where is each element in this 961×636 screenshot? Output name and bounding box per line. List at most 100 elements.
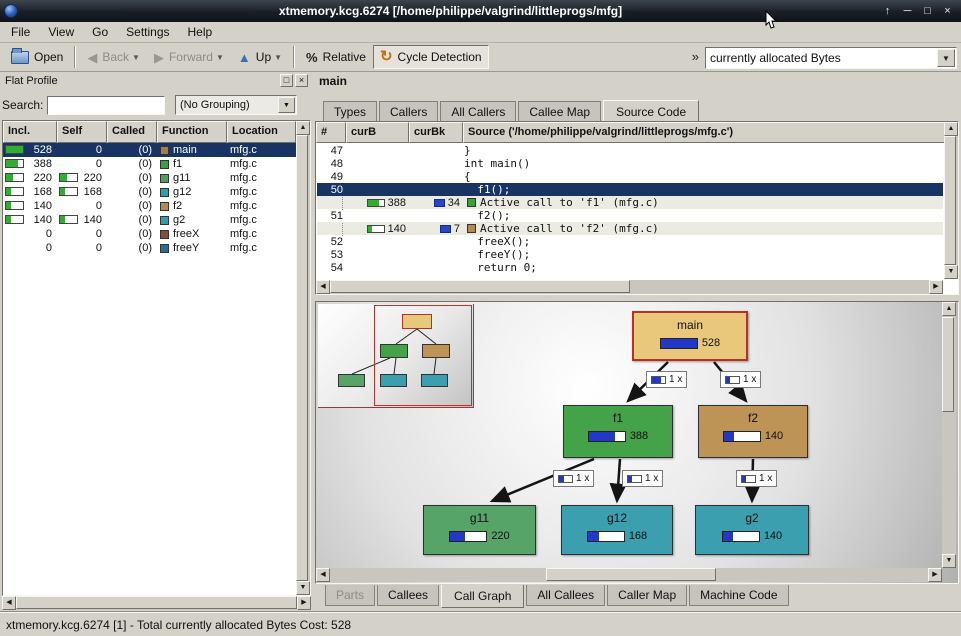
column-header-function[interactable]: Function bbox=[157, 121, 227, 143]
tab-caller-map[interactable]: Caller Map bbox=[607, 585, 687, 606]
source-line[interactable]: 47 } bbox=[317, 144, 943, 157]
scroll-left-button[interactable]: ◀ bbox=[316, 568, 330, 582]
column-header-incl[interactable]: Incl. bbox=[3, 121, 57, 143]
up-dropdown-icon[interactable]: ▼ bbox=[274, 53, 282, 62]
scrollbar-thumb[interactable] bbox=[330, 280, 630, 293]
table-row-freeX[interactable]: 0 0 (0) freeX mfg.c bbox=[3, 227, 296, 241]
column-header-curbk[interactable]: curBk bbox=[409, 122, 463, 143]
scrollbar-horizontal[interactable]: ◀ ▶ bbox=[316, 568, 942, 582]
graph-node-g2[interactable]: g2 140 bbox=[695, 505, 809, 555]
graph-node-g12[interactable]: g12 168 bbox=[561, 505, 673, 555]
scroll-up-button[interactable]: ▲ bbox=[942, 302, 956, 316]
menu-go[interactable]: Go bbox=[83, 23, 117, 41]
scrollbar-thumb[interactable] bbox=[942, 317, 954, 412]
table-row-g11[interactable]: 220 220 (0) g11 mfg.c bbox=[3, 171, 296, 185]
graph-node-f1[interactable]: f1 388 bbox=[563, 405, 673, 458]
column-header-location[interactable]: Location bbox=[227, 121, 296, 143]
maximize-button[interactable]: □ bbox=[918, 3, 937, 20]
source-line[interactable]: 48 int main() bbox=[317, 157, 943, 170]
tab-source-code[interactable]: Source Code bbox=[603, 100, 699, 122]
forward-arrow-icon: ▶ bbox=[154, 51, 164, 64]
scroll-up-button[interactable]: ▲ bbox=[296, 121, 310, 135]
source-line-selected[interactable]: 50 f1(); bbox=[317, 183, 943, 196]
scroll-right-button[interactable]: ▶ bbox=[929, 280, 943, 294]
scrollbar-thumb[interactable] bbox=[944, 136, 956, 265]
table-row-f1[interactable]: 388 0 (0) f1 mfg.c bbox=[3, 157, 296, 171]
source-line[interactable]: 49 { bbox=[317, 170, 943, 183]
search-input[interactable] bbox=[47, 96, 165, 115]
open-button[interactable]: Open bbox=[4, 45, 70, 69]
graph-overview-minimap[interactable] bbox=[318, 304, 474, 408]
tab-all-callers[interactable]: All Callers bbox=[440, 101, 516, 121]
tab-callers[interactable]: Callers bbox=[379, 101, 438, 121]
scroll-down-button[interactable]: ▼ bbox=[944, 265, 958, 279]
source-call-line[interactable]: 140 7 Active call to 'f2' (mfg.c) bbox=[317, 222, 943, 235]
scrollbar-vertical[interactable]: ▲ ▼ bbox=[296, 121, 310, 595]
menu-help[interactable]: Help bbox=[179, 23, 222, 41]
source-line[interactable]: 51 f2(); bbox=[317, 209, 943, 222]
scrollbar-thumb[interactable] bbox=[16, 596, 297, 609]
menu-file[interactable]: File bbox=[2, 23, 39, 41]
menu-view[interactable]: View bbox=[39, 23, 83, 41]
graph-node-g11[interactable]: g11 220 bbox=[423, 505, 536, 555]
column-header-source[interactable]: Source ('/home/philippe/valgrind/littlep… bbox=[463, 122, 958, 143]
forward-button[interactable]: ▶ Forward ▼ bbox=[147, 45, 231, 69]
column-header-called[interactable]: Called bbox=[107, 121, 157, 143]
scrollbar-thumb[interactable] bbox=[546, 568, 716, 581]
toolbar-overflow-chevron[interactable]: » bbox=[692, 49, 699, 64]
scrollbar-horizontal[interactable]: ◀ ▶ bbox=[316, 280, 943, 294]
shade-button[interactable]: ↑ bbox=[878, 3, 897, 20]
table-row-f2[interactable]: 140 0 (0) f2 mfg.c bbox=[3, 199, 296, 213]
scroll-down-button[interactable]: ▼ bbox=[296, 581, 310, 595]
minimap-viewport[interactable] bbox=[374, 305, 472, 406]
column-header-curb[interactable]: curB bbox=[346, 122, 409, 143]
source-call-line[interactable]: 388 34 Active call to 'f1' (mfg.c) bbox=[317, 196, 943, 209]
call-graph-panel[interactable]: main 528 f1 388 f2 140 g11 220 g12 168 g… bbox=[315, 301, 959, 584]
event-type-combobox[interactable]: currently allocated Bytes ▼ bbox=[705, 47, 957, 69]
tab-parts[interactable]: Parts bbox=[325, 585, 375, 606]
scrollbar-vertical[interactable]: ▲ ▼ bbox=[942, 302, 956, 568]
table-row-freeY[interactable]: 0 0 (0) freeY mfg.c bbox=[3, 241, 296, 255]
scroll-down-button[interactable]: ▼ bbox=[942, 554, 956, 568]
forward-dropdown-icon[interactable]: ▼ bbox=[216, 53, 224, 62]
dock-header[interactable]: Flat Profile □ × bbox=[2, 72, 311, 89]
tab-types[interactable]: Types bbox=[323, 101, 377, 121]
column-header-self[interactable]: Self bbox=[57, 121, 107, 143]
tab-callees[interactable]: Callees bbox=[377, 585, 439, 606]
source-line[interactable]: 52 freeX(); bbox=[317, 235, 943, 248]
graph-node-main[interactable]: main 528 bbox=[632, 311, 748, 361]
dock-float-button[interactable]: □ bbox=[280, 74, 293, 87]
relative-toggle-button[interactable]: % Relative bbox=[299, 45, 373, 69]
table-row-main[interactable]: 528 0 (0) main mfg.c bbox=[3, 143, 296, 157]
grouping-combobox[interactable]: (No Grouping) ▼ bbox=[175, 95, 297, 115]
up-button[interactable]: ▲ Up ▼ bbox=[231, 45, 289, 69]
column-header-line[interactable]: # bbox=[316, 122, 346, 143]
scroll-right-button[interactable]: ▶ bbox=[928, 568, 942, 582]
scrollbar-vertical[interactable]: ▲ ▼ bbox=[944, 122, 958, 279]
close-button[interactable]: × bbox=[938, 3, 957, 20]
back-button[interactable]: ◀ Back ▼ bbox=[80, 45, 147, 69]
table-row-g12[interactable]: 168 168 (0) g12 mfg.c bbox=[3, 185, 296, 199]
scrollbar-thumb[interactable] bbox=[296, 135, 308, 581]
graph-node-f2[interactable]: f2 140 bbox=[698, 405, 808, 458]
scroll-left-button[interactable]: ◀ bbox=[2, 596, 16, 610]
titlebar[interactable]: xtmemory.kcg.6274 [/home/philippe/valgri… bbox=[0, 0, 961, 22]
back-dropdown-icon[interactable]: ▼ bbox=[132, 53, 140, 62]
table-row-g2[interactable]: 140 140 (0) g2 mfg.c bbox=[3, 213, 296, 227]
tab-call-graph[interactable]: Call Graph bbox=[441, 585, 524, 608]
tab-machine-code[interactable]: Machine Code bbox=[689, 585, 788, 606]
dock-close-button[interactable]: × bbox=[295, 74, 308, 87]
tab-callee-map[interactable]: Callee Map bbox=[518, 101, 601, 121]
scroll-up-button[interactable]: ▲ bbox=[944, 122, 958, 136]
tab-all-callees[interactable]: All Callees bbox=[526, 585, 605, 606]
source-line[interactable]: 53 freeY(); bbox=[317, 248, 943, 261]
cycle-detection-toggle-button[interactable]: ↻ Cycle Detection bbox=[373, 45, 489, 69]
scrollbar-horizontal[interactable]: ◀ ▶ bbox=[2, 596, 311, 610]
combobox-dropdown-icon[interactable]: ▼ bbox=[937, 49, 955, 67]
scroll-left-button[interactable]: ◀ bbox=[316, 280, 330, 294]
source-line[interactable]: 54 return 0; bbox=[317, 261, 943, 274]
grouping-dropdown-icon[interactable]: ▼ bbox=[278, 97, 295, 113]
menu-settings[interactable]: Settings bbox=[117, 23, 178, 41]
scroll-right-button[interactable]: ▶ bbox=[297, 596, 311, 610]
minimize-button[interactable]: ─ bbox=[898, 3, 917, 20]
